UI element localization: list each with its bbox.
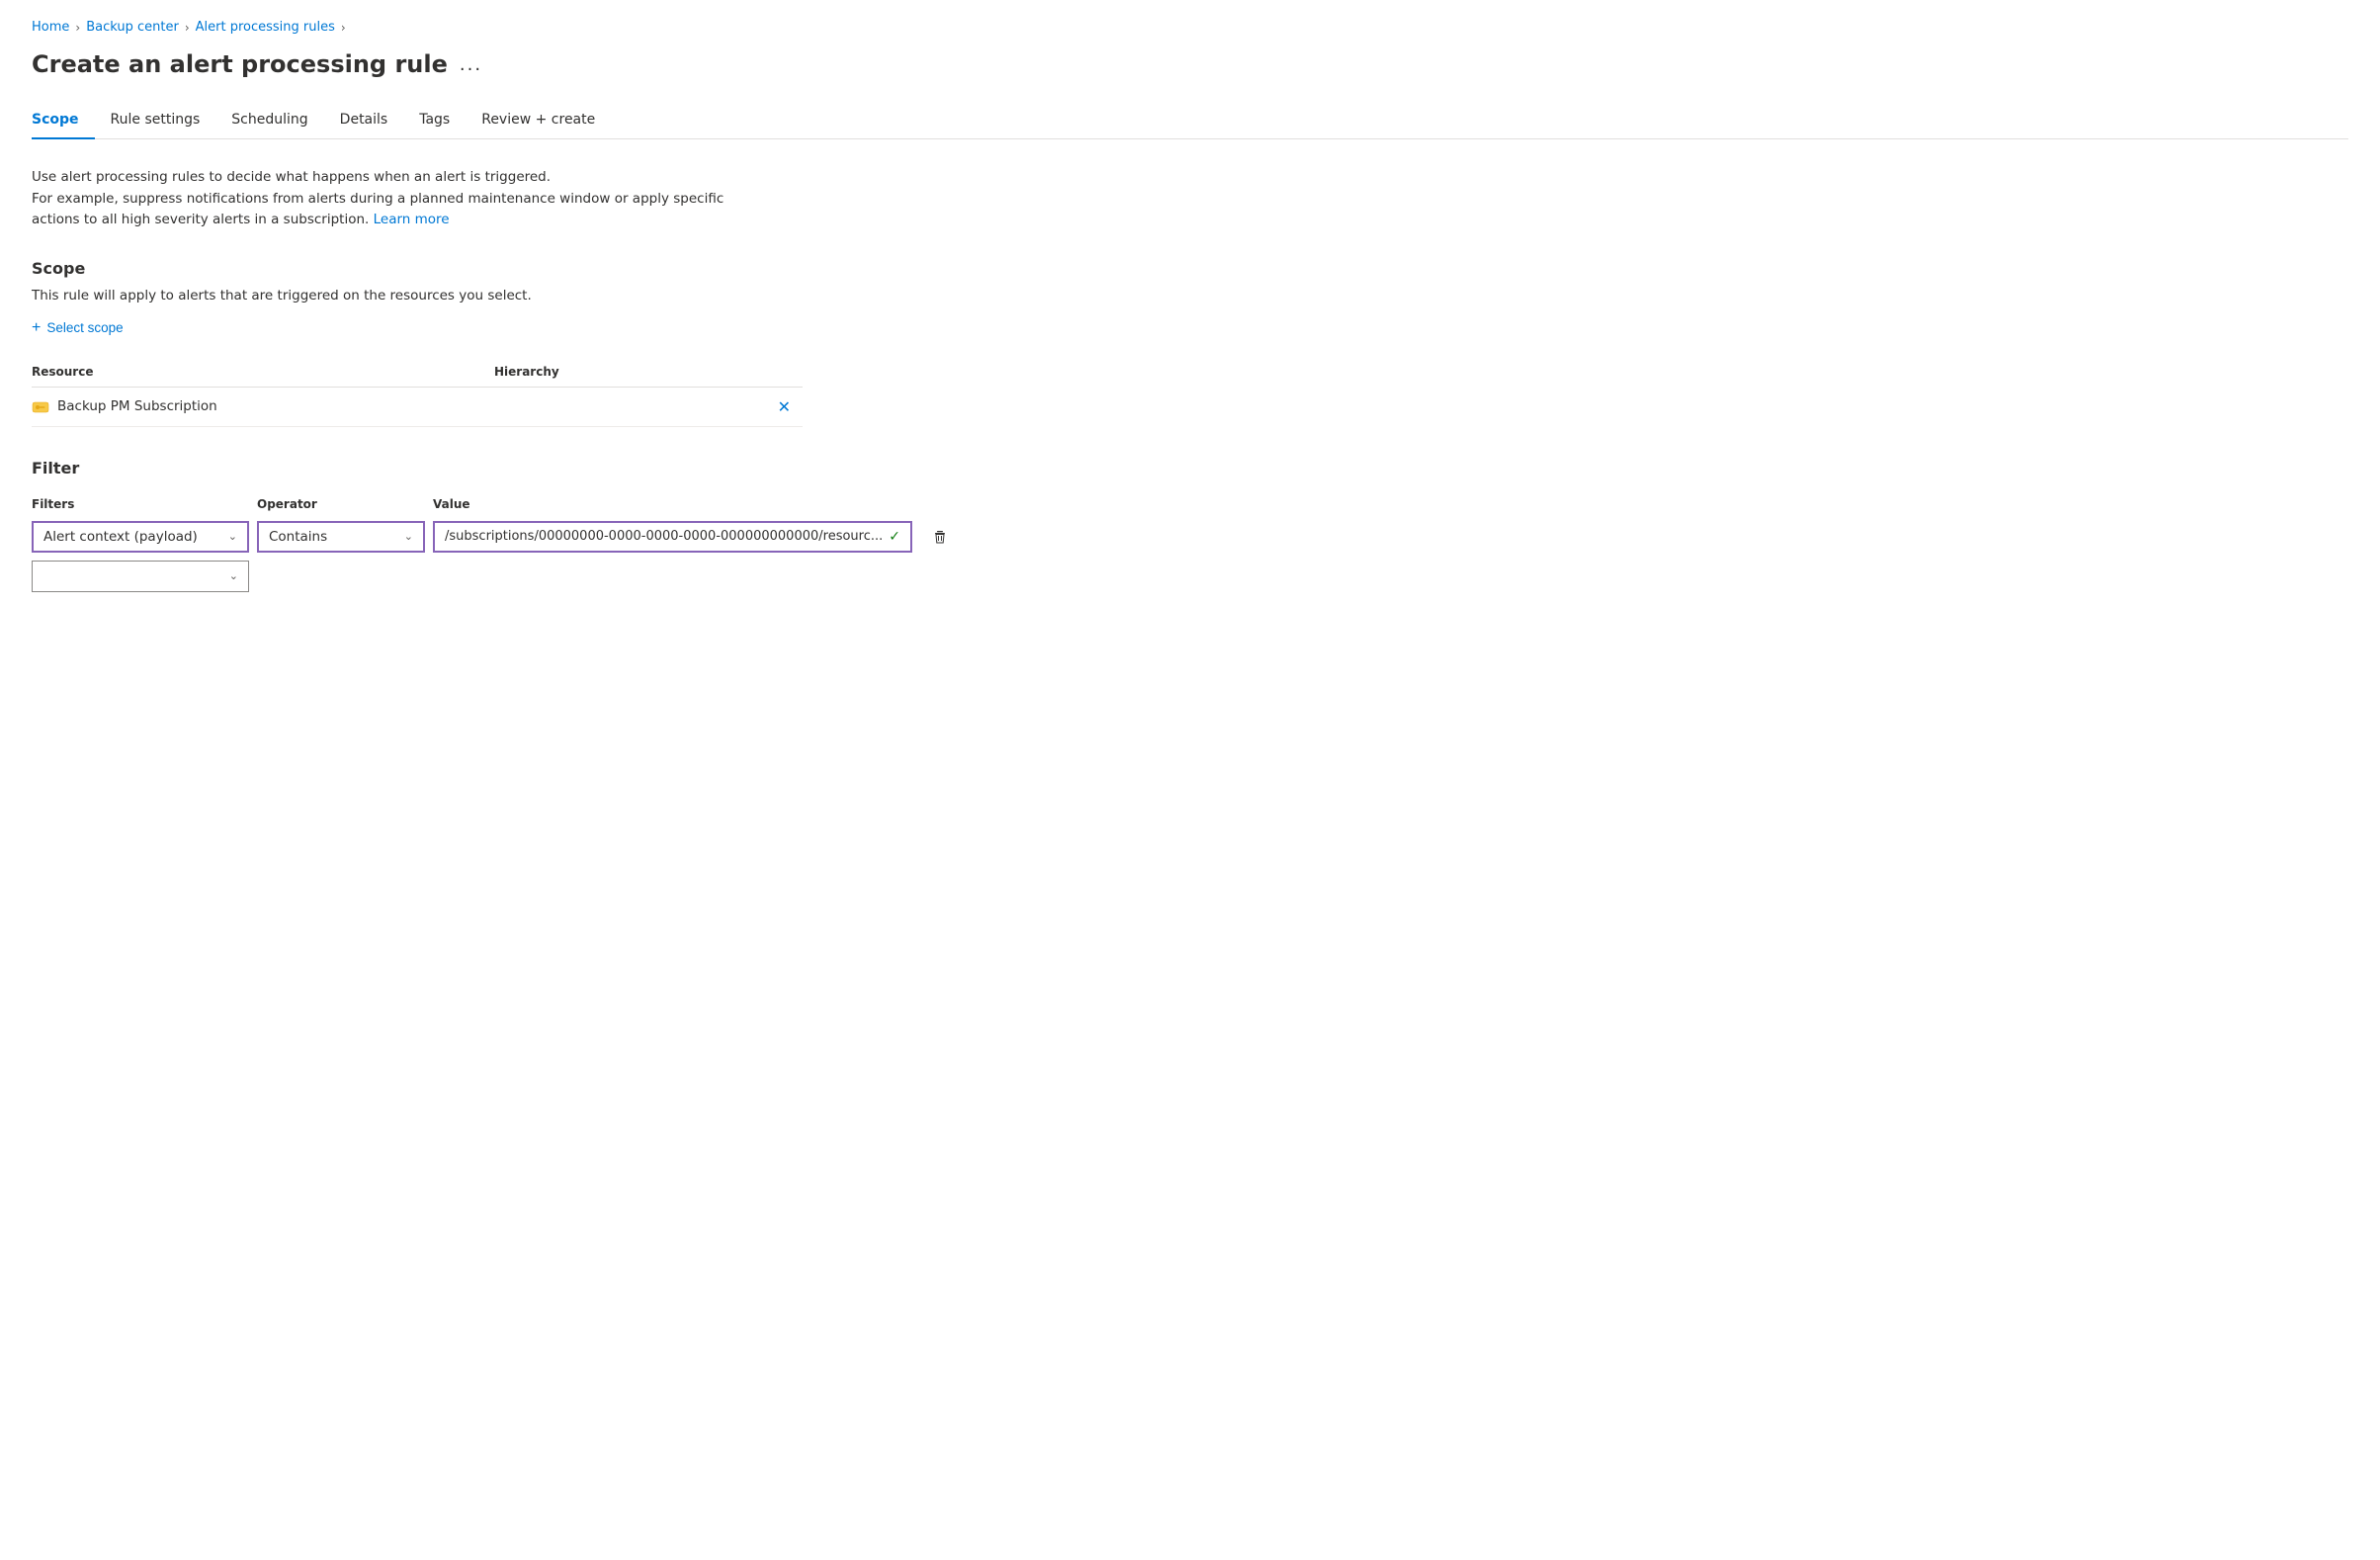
filter-type-dropdown[interactable]: Alert context (payload) ⌄ (32, 521, 249, 553)
learn-more-link[interactable]: Learn more (374, 212, 450, 227)
operator-chevron: ⌄ (404, 530, 413, 543)
filters-col-header: Filters (32, 493, 249, 515)
page-title: Create an alert processing rule (32, 50, 448, 78)
resource-name: Backup PM Subscription (57, 398, 217, 414)
filter-type-value: Alert context (payload) (43, 529, 198, 545)
scope-section-title: Scope (32, 259, 2348, 278)
delete-resource-icon[interactable]: ✕ (778, 397, 791, 416)
tab-rule-settings[interactable]: Rule settings (95, 102, 216, 139)
tab-tags[interactable]: Tags (403, 102, 466, 139)
tab-review-create[interactable]: Review + create (466, 102, 611, 139)
breadcrumb-sep-3: › (341, 21, 346, 35)
operator-dropdown[interactable]: Contains ⌄ (257, 521, 425, 553)
plus-icon: + (32, 319, 41, 337)
breadcrumb-sep-1: › (75, 21, 80, 35)
page-description: Use alert processing rules to decide wha… (32, 167, 743, 231)
empty-filter-chevron: ⌄ (229, 569, 238, 582)
empty-filter-dropdown[interactable]: ⌄ (32, 561, 249, 592)
delete-filter-row-button[interactable] (920, 525, 960, 549)
resource-cell: Backup PM Subscription (32, 387, 494, 426)
hierarchy-col-header: Hierarchy (494, 357, 764, 388)
resource-table: Resource Hierarchy Backup PM Subscriptio… (32, 357, 803, 427)
breadcrumb-sep-2: › (185, 21, 190, 35)
tab-bar: Scope Rule settings Scheduling Details T… (32, 102, 2348, 139)
value-valid-icon: ✓ (889, 529, 900, 545)
operator-col-header: Operator (257, 493, 425, 515)
value-input[interactable]: /subscriptions/00000000-0000-0000-0000-0… (433, 521, 912, 553)
description-line1: Use alert processing rules to decide wha… (32, 169, 551, 185)
filter-section: Filter Filters Operator Value Alert cont… (32, 459, 2348, 592)
filter-type-chevron: ⌄ (228, 530, 237, 543)
breadcrumb-backup-center[interactable]: Backup center (86, 20, 179, 35)
value-text: /subscriptions/00000000-0000-0000-0000-0… (445, 529, 883, 544)
value-col-header: Value (433, 493, 755, 515)
filter-header-row: Filters Operator Value (32, 493, 803, 515)
page-header: Create an alert processing rule ... (32, 50, 2348, 78)
operator-value: Contains (269, 529, 327, 545)
tab-scope[interactable]: Scope (32, 102, 95, 139)
filter-section-title: Filter (32, 459, 2348, 477)
action-col-header (764, 357, 803, 388)
tab-scheduling[interactable]: Scheduling (215, 102, 323, 139)
trash-icon (932, 529, 948, 545)
breadcrumb-home[interactable]: Home (32, 20, 69, 35)
scope-section: Scope This rule will apply to alerts tha… (32, 259, 2348, 427)
hierarchy-cell (494, 387, 764, 426)
select-scope-label: Select scope (46, 320, 123, 335)
subscription-icon (32, 397, 49, 415)
delete-resource-cell[interactable]: ✕ (764, 387, 803, 426)
scope-section-subtitle: This rule will apply to alerts that are … (32, 288, 2348, 303)
breadcrumb-alert-rules[interactable]: Alert processing rules (196, 20, 335, 35)
select-scope-button[interactable]: + Select scope (32, 319, 124, 337)
tab-details[interactable]: Details (324, 102, 404, 139)
filter-row-empty: ⌄ (32, 561, 803, 592)
filter-row-1: Alert context (payload) ⌄ Contains ⌄ /su… (32, 521, 803, 553)
more-options-icon[interactable]: ... (460, 54, 482, 75)
resource-col-header: Resource (32, 357, 494, 388)
table-row: Backup PM Subscription ✕ (32, 387, 803, 426)
breadcrumb: Home › Backup center › Alert processing … (32, 20, 2348, 35)
